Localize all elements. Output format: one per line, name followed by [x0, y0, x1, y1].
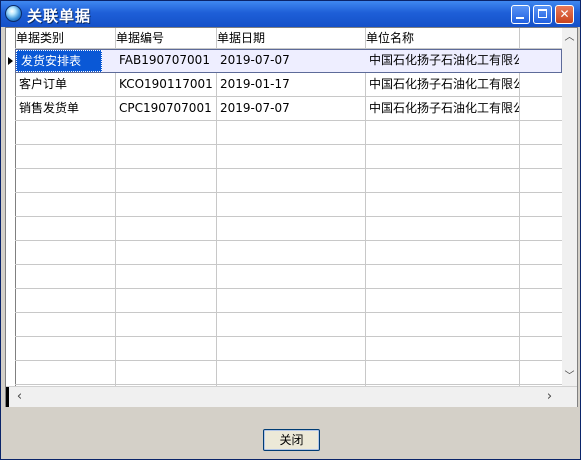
grid-cell[interactable]: CPC190707001 [115, 97, 215, 120]
grid-cell[interactable]: 发货安排表 [16, 50, 102, 72]
close-button[interactable]: 关闭 [263, 429, 320, 451]
dialog-window: 关联单据 ✕ 单据类别 单据编号 单据日期 单位名称 发货安排表 FAB1907… [0, 0, 581, 460]
minimize-button[interactable] [511, 5, 530, 24]
grid-cell[interactable]: 2019-07-07 [216, 49, 364, 72]
grid-cell[interactable]: 2019-07-07 [216, 97, 364, 120]
minimize-icon [516, 17, 524, 19]
maximize-icon [538, 9, 547, 18]
close-icon: ✕ [559, 7, 570, 21]
scroll-thumb[interactable] [6, 387, 9, 407]
column-header-doc-type[interactable]: 单据类别 [15, 28, 115, 49]
scroll-left-icon[interactable]: ‹ [12, 389, 27, 404]
window-title: 关联单据 [27, 7, 92, 25]
grid-cell[interactable]: FAB190707001 [115, 49, 215, 72]
current-row-indicator-icon [8, 57, 13, 65]
grid-cell[interactable]: 中国石化扬子石油化工有限公 [365, 49, 519, 72]
scroll-down-icon[interactable]: ﹀ [562, 369, 577, 384]
grid-cell[interactable]: 销售发货单 [15, 97, 115, 120]
data-grid[interactable]: 单据类别 单据编号 单据日期 单位名称 发货安排表 FAB190707001 2… [5, 27, 578, 407]
scroll-up-icon[interactable]: ︿ [562, 30, 577, 45]
title-bar[interactable]: 关联单据 ✕ [1, 1, 580, 27]
vertical-scrollbar[interactable]: ︿ ﹀ [562, 28, 577, 386]
scroll-right-icon[interactable]: › [542, 389, 557, 404]
grid-cell[interactable]: 中国石化扬子石油化工有限公 [365, 97, 519, 120]
grid-cell[interactable]: KCO190117001 [115, 73, 215, 96]
grid-cell[interactable]: 客户订单 [15, 73, 115, 96]
column-header-company-name[interactable]: 单位名称 [365, 28, 520, 49]
grid-cell[interactable]: 中国石化扬子石油化工有限公 [365, 73, 519, 96]
column-header-doc-date[interactable]: 单据日期 [216, 28, 364, 49]
maximize-button[interactable] [533, 5, 552, 24]
horizontal-scrollbar[interactable]: ‹ › [6, 386, 577, 407]
grid-cell[interactable]: 2019-01-17 [216, 73, 364, 96]
column-header-doc-number[interactable]: 单据编号 [115, 28, 215, 49]
close-window-button[interactable]: ✕ [555, 5, 574, 24]
globe-icon [5, 5, 22, 22]
